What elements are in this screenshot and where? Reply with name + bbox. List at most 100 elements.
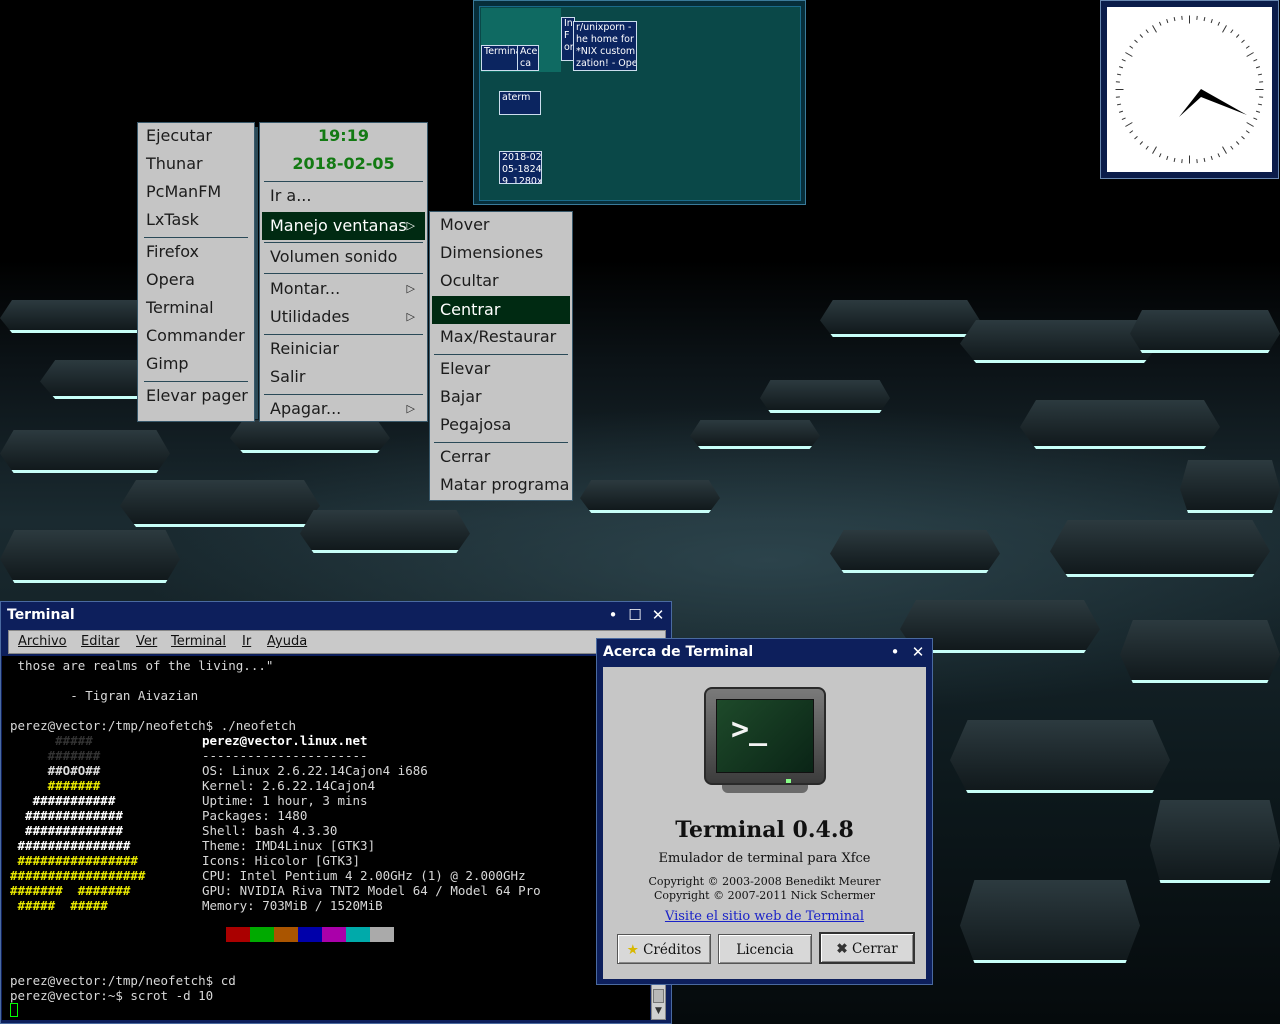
menu-separator xyxy=(144,237,248,238)
logo-line: ##### ##### xyxy=(10,898,108,913)
menu-item-mover[interactable]: Mover xyxy=(432,212,570,238)
menu-item-max-restaurar[interactable]: Max/Restaurar xyxy=(432,324,570,350)
clock-tick xyxy=(1139,34,1144,38)
menu-item-salir[interactable]: Salir xyxy=(262,364,425,390)
menu-item-lxtask[interactable]: LxTask xyxy=(146,207,199,233)
window-submenu: Mover Dimensiones Ocultar Centrar Max/Re… xyxy=(429,211,573,501)
close-dialog-button[interactable]: ✖ Cerrar xyxy=(819,932,915,964)
clock-widget xyxy=(1100,0,1279,179)
menu-item-volumen-sonido[interactable]: Volumen sonido xyxy=(262,244,425,270)
palette-swatch xyxy=(250,927,274,942)
website-link[interactable]: Visite el sitio web de Terminal xyxy=(603,909,926,924)
clock-tick xyxy=(1246,122,1254,127)
submenu-arrow-icon: ▷ xyxy=(406,282,415,295)
neofetch-memory: Memory: 703MiB / 1520MiB xyxy=(202,898,383,913)
neofetch-os: OS: Linux 2.6.22.14Cajon4 i686 xyxy=(202,763,428,778)
menu-item-elevar-pager[interactable]: Elevar pager xyxy=(146,383,248,409)
credits-button[interactable]: ★ Créditos xyxy=(617,934,711,964)
palette-swatch xyxy=(274,927,298,942)
clock-tick xyxy=(1139,141,1144,145)
neofetch-cpu: CPU: Intel Pentium 4 2.00GHz (1) @ 2.000… xyxy=(202,868,526,883)
pager-window-screenshot[interactable]: 2018-02 05-1824 9_1280x xyxy=(499,151,542,184)
menubar-ir[interactable]: Ir xyxy=(242,631,251,653)
menu-item-ejecutar[interactable]: Ejecutar xyxy=(146,123,212,149)
menu-item-utilidades[interactable]: Utilidades ▷ xyxy=(262,304,425,330)
clock-tick xyxy=(1134,135,1138,140)
clock-tick xyxy=(1253,117,1258,121)
desktop-pager[interactable]: Terminal Ace ca d In F or r/unixporn - h… xyxy=(473,0,806,205)
about-titlebar[interactable]: Acerca de Terminal xyxy=(597,639,932,665)
pager-window-aterm[interactable]: aterm xyxy=(499,91,541,115)
clock-tick xyxy=(1245,45,1250,49)
menu-item-thunar[interactable]: Thunar xyxy=(146,151,203,177)
output-line: perez@vector:~$ scrot -d 10 xyxy=(10,988,214,1003)
menu-divider xyxy=(255,127,258,419)
neofetch-logo: ##### ####### ##O#O## ####### ##########… xyxy=(10,733,145,943)
menu-separator xyxy=(264,181,423,182)
menu-item-pcmanfm[interactable]: PcManFM xyxy=(146,179,221,205)
clock-tick xyxy=(1145,29,1149,34)
menu-item-matar-programa[interactable]: Matar programa xyxy=(432,472,570,498)
clock-tick xyxy=(1158,21,1162,26)
clock-tick xyxy=(1217,153,1221,158)
clock-tick xyxy=(1125,52,1133,57)
neofetch-user-host: perez@vector.linux.net xyxy=(202,733,368,748)
star-icon: ★ xyxy=(626,942,639,958)
logo-line: ############# xyxy=(10,823,123,838)
neofetch-kernel: Kernel: 2.6.22.14Cajon4 xyxy=(202,778,376,793)
palette-swatch xyxy=(322,927,346,942)
menu-item-terminal[interactable]: Terminal xyxy=(146,295,214,321)
menu-item-firefox[interactable]: Firefox xyxy=(146,239,199,265)
menubar-terminal[interactable]: Terminal xyxy=(171,631,226,653)
menu-item-pegajosa[interactable]: Pegajosa xyxy=(432,412,570,438)
logo-line: ############### xyxy=(10,838,131,853)
pager-window-browser[interactable]: r/unixporn - he home for *NIX custom zat… xyxy=(573,21,637,71)
clock-tick xyxy=(1203,157,1206,162)
pager-window-about[interactable]: Ace ca d xyxy=(517,45,539,71)
neofetch-packages: Packages: 1480 xyxy=(202,808,308,823)
logo-line: ################ xyxy=(10,853,138,868)
menubar-ayuda[interactable]: Ayuda xyxy=(267,631,307,653)
menu-item-bajar[interactable]: Bajar xyxy=(432,384,570,410)
logo-line: ########### xyxy=(10,793,116,808)
menubar-archivo[interactable]: Archivo xyxy=(18,631,67,653)
close-button[interactable]: ✕ xyxy=(908,639,928,665)
clock-tick xyxy=(1117,73,1122,76)
menu-separator xyxy=(264,273,423,274)
menu-item-montar[interactable]: Montar... ▷ xyxy=(262,276,425,302)
terminal-output[interactable]: those are realms of the living..." - Tig… xyxy=(2,656,650,1020)
menubar-ver[interactable]: Ver xyxy=(136,631,157,653)
menu-item-gimp[interactable]: Gimp xyxy=(146,351,189,377)
clock-tick xyxy=(1235,141,1240,145)
terminal-titlebar[interactable]: Terminal xyxy=(1,602,671,628)
menu-item-reiniciar[interactable]: Reiniciar xyxy=(262,336,425,362)
menu-item-ir-a[interactable]: Ir a... xyxy=(262,183,425,209)
close-button[interactable]: ✕ xyxy=(648,602,668,628)
pager-window-terminal[interactable]: Terminal xyxy=(481,45,521,71)
palette-swatch xyxy=(298,927,322,942)
output-line: those are realms of the living..." xyxy=(10,658,274,673)
palette-swatch xyxy=(346,927,370,942)
menu-item-dimensiones[interactable]: Dimensiones xyxy=(432,240,570,266)
clock-tick xyxy=(1230,145,1234,150)
terminal-menubar: Archivo Editar Ver Terminal Ir Ayuda xyxy=(8,630,666,654)
menu-item-ocultar[interactable]: Ocultar xyxy=(432,268,570,294)
sticky-button[interactable]: • xyxy=(603,602,623,628)
menu-item-apagar[interactable]: Apagar... ▷ xyxy=(262,396,425,422)
menubar-editar[interactable]: Editar xyxy=(81,631,120,653)
terminal-cursor xyxy=(10,1003,18,1017)
menu-item-commander[interactable]: Commander xyxy=(146,323,245,349)
maximize-button[interactable]: ☐ xyxy=(625,602,645,628)
menu-item-elevar[interactable]: Elevar xyxy=(432,356,570,382)
menu-item-manejo-ventanas[interactable]: Manejo ventanas ▷ xyxy=(262,212,425,240)
menu-item-centrar[interactable]: Centrar xyxy=(432,296,570,324)
sticky-button[interactable]: • xyxy=(885,639,905,665)
scrollbar-thumb[interactable] xyxy=(653,989,664,1003)
about-dialog: Acerca de Terminal • ✕ >_ Terminal 0.4.8… xyxy=(596,638,933,985)
scroll-down-arrow-icon[interactable]: ▼ xyxy=(652,1004,665,1019)
license-button[interactable]: Licencia xyxy=(718,934,812,964)
neofetch-uptime: Uptime: 1 hour, 3 mins xyxy=(202,793,368,808)
output-line: perez@vector:/tmp/neofetch$ cd xyxy=(10,973,236,988)
menu-item-cerrar[interactable]: Cerrar xyxy=(432,444,570,470)
menu-item-opera[interactable]: Opera xyxy=(146,267,195,293)
